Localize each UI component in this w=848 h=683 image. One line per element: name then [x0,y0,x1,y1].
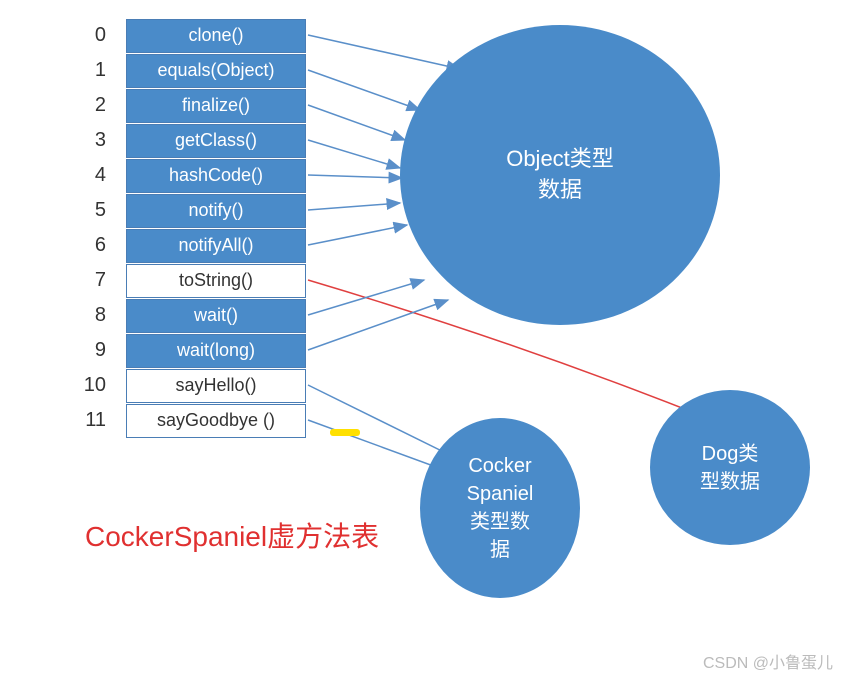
method-cell: hashCode() [126,159,306,193]
row-index: 8 [82,304,112,327]
arrow [308,385,460,460]
highlight-mark [330,429,360,436]
method-cell: getClass() [126,124,306,158]
arrow [308,300,448,350]
method-cell: toString() [126,264,306,298]
vtable-row: 8 wait() [82,298,306,333]
row-index: 6 [82,234,112,257]
method-cell: notify() [126,194,306,228]
method-cell: sayHello() [126,369,306,403]
vtable-row: 9 wait(long) [82,333,306,368]
object-type-ellipse: Object类型数据 [400,25,720,325]
arrow [308,225,407,245]
vtable-row: 11 sayGoodbye () [82,403,306,438]
dog-type-ellipse: Dog类型数据 [650,390,810,545]
row-index: 7 [82,269,112,292]
arrow [308,140,400,168]
method-cell: sayGoodbye () [126,404,306,438]
method-cell: wait(long) [126,334,306,368]
vtable-row: 1 equals(Object) [82,53,306,88]
vtable-row: 6 notifyAll() [82,228,306,263]
vtable: 0 clone() 1 equals(Object) 2 finalize() 3 getCl… [82,18,306,438]
row-index: 11 [82,409,112,432]
row-index: 10 [82,374,112,397]
row-index: 5 [82,199,112,222]
method-cell: wait() [126,299,306,333]
object-type-label: Object类型数据 [506,144,614,206]
vtable-row: 5 notify() [82,193,306,228]
arrow [308,70,420,110]
arrow [308,280,424,315]
vtable-row: 3 getClass() [82,123,306,158]
method-cell: clone() [126,19,306,53]
row-index: 4 [82,164,112,187]
cocker-type-label: CockerSpaniel类型数据 [467,452,534,564]
row-index: 3 [82,129,112,152]
method-cell: equals(Object) [126,54,306,88]
arrow [308,35,460,69]
arrow [308,175,402,178]
arrow [308,203,400,210]
row-index: 9 [82,339,112,362]
vtable-row: 4 hashCode() [82,158,306,193]
method-cell: notifyAll() [126,229,306,263]
diagram-title: CockerSpaniel虚方法表 [85,515,379,555]
vtable-row: 7 toString() [82,263,306,298]
vtable-row: 10 sayHello() [82,368,306,403]
vtable-row: 2 finalize() [82,88,306,123]
row-index: 1 [82,59,112,82]
watermark: CSDN @小鲁蛋儿 [703,649,833,673]
vtable-row: 0 clone() [82,18,306,53]
arrow [308,105,405,140]
cocker-type-ellipse: CockerSpaniel类型数据 [420,418,580,598]
row-index: 2 [82,94,112,117]
row-index: 0 [82,24,112,47]
dog-type-label: Dog类型数据 [700,440,760,496]
method-cell: finalize() [126,89,306,123]
